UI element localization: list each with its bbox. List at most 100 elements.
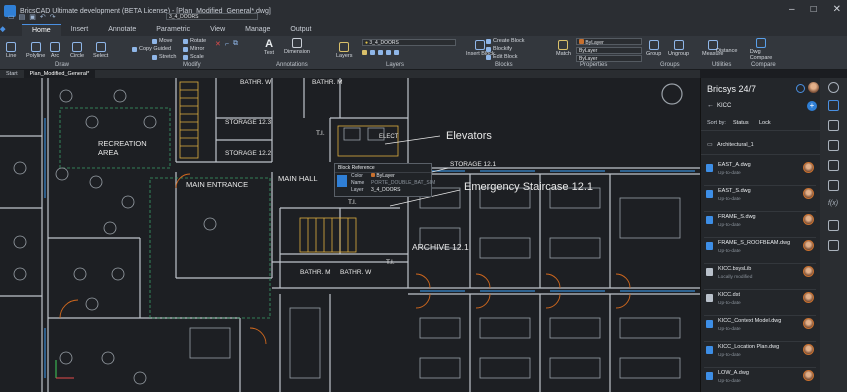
tab-annotate[interactable]: Annotate — [98, 24, 146, 36]
move-button[interactable]: Move — [152, 38, 172, 44]
layer-iso-icon[interactable] — [386, 50, 391, 55]
list-item[interactable]: KICC.bsysLib Locally modified — [704, 264, 816, 290]
linetype-dropdown[interactable]: ByLayer — [576, 47, 642, 54]
breadcrumb[interactable]: KICC — [717, 103, 731, 109]
tooltip-value: PORTE_DOUBLE_BAT_SIM — [371, 180, 436, 186]
attach-icon[interactable] — [828, 140, 839, 151]
structure-icon[interactable] — [828, 220, 839, 231]
viewcube-icon[interactable] — [661, 83, 683, 105]
mirror-button[interactable]: Mirror — [183, 46, 204, 52]
cloud-upload-icon[interactable] — [828, 240, 839, 251]
folder-name[interactable]: Architectural_1 — [717, 142, 754, 148]
tab-start[interactable]: Start — [0, 70, 24, 78]
list-item[interactable]: LOW_A.dwg Up-to-date — [704, 368, 816, 392]
tab-plan-modified-general[interactable]: Plan_Modified_General* — [23, 70, 96, 78]
tab-view[interactable]: View — [200, 24, 235, 36]
offset-icon[interactable]: ⧉ — [233, 40, 238, 48]
scale-button[interactable]: Scale — [183, 54, 204, 60]
line-button[interactable]: Line — [6, 42, 16, 59]
arc-label: Arc — [50, 53, 60, 59]
back-arrow-icon[interactable]: ← — [707, 102, 714, 109]
match-button[interactable]: Match — [556, 40, 571, 57]
layer-lock-icon[interactable] — [370, 50, 375, 55]
layer-off-icon[interactable] — [378, 50, 383, 55]
redo-icon[interactable]: ↷ — [50, 13, 56, 21]
stretch-button[interactable]: Stretch — [152, 54, 176, 60]
create-block-button[interactable]: Create Block — [486, 38, 525, 44]
palette-icon[interactable] — [828, 180, 839, 191]
group-button[interactable]: Group — [646, 40, 661, 57]
tab-manage[interactable]: Manage — [235, 24, 280, 36]
drawing-canvas[interactable]: BATHR. W BATHR. M STORAGE 12.3 STORAGE 1… — [0, 78, 700, 392]
close-icon[interactable]: ✕ — [833, 4, 841, 15]
file-name: FRAME_S.dwg — [718, 214, 756, 220]
maximize-icon[interactable]: □ — [811, 4, 817, 15]
cloud-panel-icon[interactable] — [828, 100, 839, 111]
room-label: AREA — [98, 148, 119, 157]
refresh-icon[interactable] — [796, 84, 805, 93]
text-button[interactable]: A Text — [264, 38, 274, 56]
list-item[interactable]: KICC_Context Model.dwg Up-to-date — [704, 316, 816, 342]
tab-output[interactable]: Output — [280, 24, 321, 36]
layer-dropdown-value: 3_4_DOORS — [369, 40, 399, 46]
distance-button[interactable]: Distance — [716, 48, 737, 54]
elevators-callout: Elevators — [446, 130, 492, 142]
stretch-label: Stretch — [159, 54, 177, 60]
undo-icon[interactable]: ↶ — [40, 13, 46, 21]
list-item[interactable]: EAST_A.dwg Up-to-date — [704, 160, 816, 186]
lineweight-dropdown[interactable]: ByLayer — [576, 55, 642, 62]
erase-icon[interactable]: ✕ — [215, 40, 221, 48]
edit-block-button[interactable]: Edit Block — [486, 54, 517, 60]
list-item[interactable]: KICC.dst Up-to-date — [704, 290, 816, 316]
save-icon[interactable]: ▣ — [29, 13, 36, 21]
group-icon — [648, 40, 659, 50]
layer-dropdown[interactable]: ● 3_4_DOORS — [362, 39, 456, 46]
dimension-button[interactable]: Dimension — [284, 38, 310, 55]
layers-button[interactable]: Layers — [336, 42, 353, 59]
file-name: EAST_A.dwg — [718, 162, 751, 168]
layer-freeze-icon[interactable] — [362, 50, 367, 55]
dwg-compare-button[interactable]: Dwg Compare — [750, 38, 772, 61]
layers-stack-icon[interactable] — [828, 120, 839, 131]
polyline-button[interactable]: Polyline — [26, 42, 45, 59]
sort-lock-option[interactable]: Lock — [759, 120, 771, 126]
circle-button[interactable]: Circle — [70, 42, 84, 59]
dwg-file-icon — [706, 216, 713, 224]
minimize-icon[interactable]: – — [789, 4, 795, 15]
user-avatar[interactable] — [808, 82, 819, 93]
trim-icon[interactable]: ⌐ — [225, 41, 229, 48]
blockify-button[interactable]: Blockify — [486, 46, 512, 52]
file-name: KICC_Context Model.dwg — [718, 318, 782, 324]
app-menu-button[interactable]: ◆ — [0, 24, 22, 36]
arc-button[interactable]: Arc — [50, 42, 60, 59]
tab-home[interactable]: Home — [22, 24, 61, 36]
add-icon[interactable]: + — [807, 101, 817, 111]
layer-quick-dropdown[interactable]: 3_4_DOORS — [166, 13, 258, 20]
location-pin-icon[interactable] — [828, 82, 839, 93]
grid-icon[interactable] — [828, 160, 839, 171]
new-file-icon[interactable]: ▭ — [8, 13, 15, 21]
color-dropdown[interactable]: ByLayer — [576, 38, 642, 46]
sort-status-option[interactable]: Status — [733, 120, 749, 126]
layer-match-icon[interactable] — [394, 50, 399, 55]
edit-block-icon — [486, 54, 491, 60]
scale-icon — [183, 54, 188, 60]
tab-insert[interactable]: Insert — [61, 24, 99, 36]
copy-icon — [132, 46, 137, 52]
rotate-icon — [183, 38, 188, 44]
list-item[interactable]: EAST_S.dwg Up-to-date — [704, 186, 816, 212]
list-item[interactable]: FRAME_S_ROOFBEAM.dwg Up-to-date — [704, 238, 816, 264]
copy-guided-button[interactable]: Copy Guided — [132, 46, 171, 52]
tab-parametric[interactable]: Parametric — [146, 24, 200, 36]
tooltip-value: ByLayer — [371, 173, 431, 179]
open-file-icon[interactable]: ▤ — [19, 13, 26, 21]
formula-icon[interactable]: f(x) — [828, 200, 839, 211]
text-label: Text — [264, 50, 275, 56]
file-name: KICC_Location Plan.dwg — [718, 344, 780, 350]
list-item[interactable]: KICC_Location Plan.dwg Up-to-date — [704, 342, 816, 368]
rotate-button[interactable]: Rotate — [183, 38, 206, 44]
list-item[interactable]: FRAME_S.dwg Up-to-date — [704, 212, 816, 238]
ungroup-button[interactable]: Ungroup — [668, 40, 689, 57]
select-button[interactable]: Select — [93, 42, 108, 59]
layers-icon — [339, 42, 350, 52]
